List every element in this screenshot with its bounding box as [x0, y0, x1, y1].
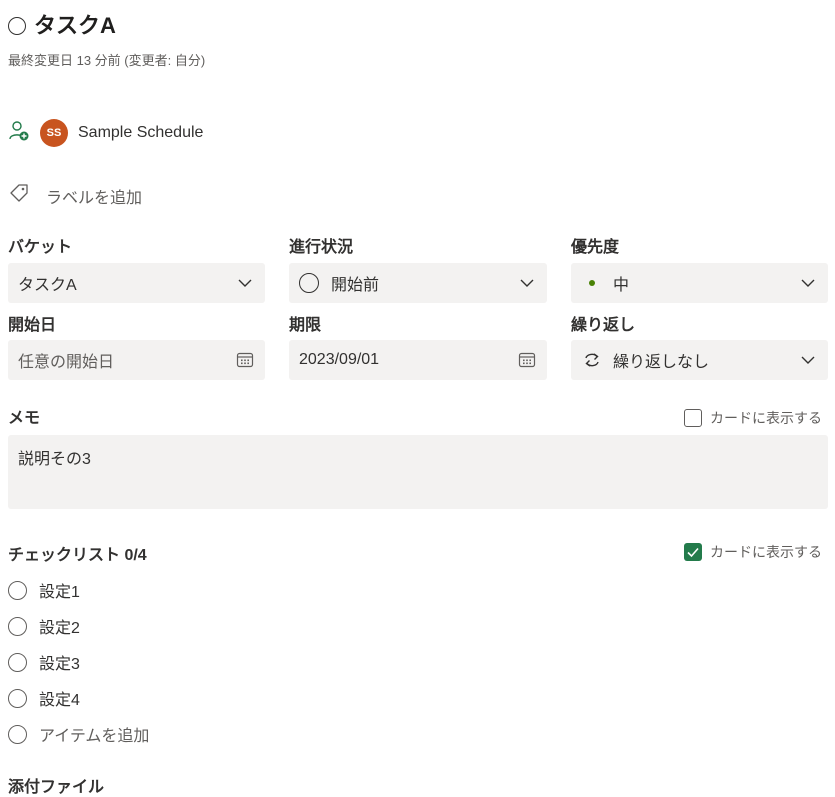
due-date-value: 2023/09/01	[299, 351, 380, 368]
assignee-row: SS Sample Schedule	[8, 119, 203, 147]
bucket-value: タスクA	[18, 277, 77, 294]
add-label-text: ラベルを追加	[46, 189, 143, 207]
add-label-row[interactable]: ラベルを追加	[8, 182, 142, 209]
calendar-icon[interactable]	[517, 350, 537, 370]
memo-show-on-card-checkbox[interactable]	[684, 409, 702, 427]
priority-value: 中	[613, 277, 630, 294]
progress-label: 進行状況	[289, 239, 354, 256]
add-checklist-item-input[interactable]: アイテムを追加	[39, 722, 149, 746]
attachments-label: 添付ファイル	[8, 779, 105, 796]
chevron-down-icon	[238, 279, 252, 287]
start-date-placeholder: 任意の開始日	[18, 354, 115, 371]
tag-icon	[8, 182, 30, 209]
checklist-item-label[interactable]: 設定3	[39, 650, 80, 674]
chevron-down-icon	[801, 279, 815, 287]
bucket-label: バケット	[8, 239, 73, 256]
complete-task-toggle[interactable]	[8, 17, 26, 35]
checklist-item-label[interactable]: 設定4	[39, 686, 80, 710]
add-item-circle-icon	[8, 724, 27, 744]
checklist-item-checkbox[interactable]	[8, 688, 27, 708]
repeat-icon	[585, 353, 599, 367]
chevron-down-icon	[520, 279, 534, 287]
checklist-show-on-card-checkbox[interactable]	[684, 543, 702, 561]
start-date-label: 開始日	[8, 317, 57, 334]
task-title-row: タスクA	[8, 8, 116, 40]
checklist-item: 設定3	[8, 650, 80, 674]
checklist-show-on-card-label: カードに表示する	[710, 544, 822, 560]
memo-textarea[interactable]: 説明その3	[8, 435, 828, 509]
checklist-item: 設定2	[8, 614, 80, 638]
priority-dot-icon	[589, 280, 595, 286]
memo-label: メモ	[8, 410, 41, 427]
task-title[interactable]: タスクA	[34, 8, 116, 40]
assign-person-icon[interactable]	[8, 120, 30, 147]
assignee-name[interactable]: Sample Schedule	[78, 124, 203, 142]
progress-value: 開始前	[331, 277, 380, 294]
checklist-show-on-card[interactable]: カードに表示する	[684, 542, 822, 562]
checklist-item-label[interactable]: 設定2	[39, 614, 80, 638]
checkmark-icon	[687, 547, 699, 558]
repeat-value: 繰り返しなし	[613, 354, 710, 371]
priority-label: 優先度	[571, 239, 620, 256]
due-date-field[interactable]: 2023/09/01	[289, 340, 547, 380]
progress-dropdown[interactable]: 開始前	[289, 263, 547, 303]
checklist-item-label[interactable]: 設定1	[39, 578, 80, 602]
avatar[interactable]: SS	[40, 119, 68, 147]
checklist-item: 設定4	[8, 686, 80, 710]
checklist-label: チェックリスト 0/4	[8, 547, 147, 564]
checklist-item-checkbox[interactable]	[8, 580, 27, 600]
calendar-icon[interactable]	[235, 350, 255, 370]
start-date-field[interactable]: 任意の開始日	[8, 340, 265, 380]
not-started-icon	[299, 273, 319, 293]
checklist-item-checkbox[interactable]	[8, 616, 27, 636]
modified-info: 最終変更日 13 分前 (変更者: 自分)	[8, 53, 206, 68]
due-date-label: 期限	[289, 317, 322, 334]
chevron-down-icon	[801, 356, 815, 364]
checklist-item-checkbox[interactable]	[8, 652, 27, 672]
memo-show-on-card[interactable]: カードに表示する	[684, 408, 822, 428]
checklist-item: 設定1	[8, 578, 80, 602]
bucket-dropdown[interactable]: タスクA	[8, 263, 265, 303]
add-checklist-item[interactable]: アイテムを追加	[8, 722, 149, 746]
memo-show-on-card-label: カードに表示する	[710, 410, 822, 426]
repeat-label: 繰り返し	[571, 317, 636, 334]
repeat-dropdown[interactable]: 繰り返しなし	[571, 340, 828, 380]
priority-dropdown[interactable]: 中	[571, 263, 828, 303]
